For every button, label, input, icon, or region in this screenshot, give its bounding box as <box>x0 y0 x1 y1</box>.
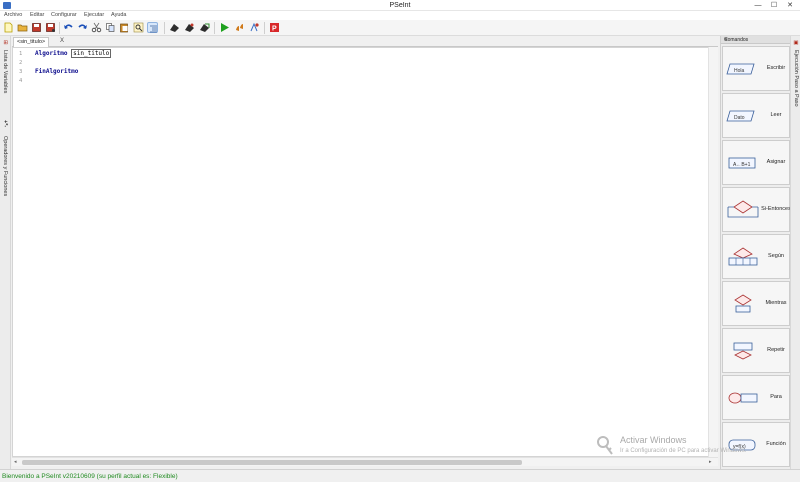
menu-bar: Archivo Editar Configurar Ejecutar Ayuda <box>0 11 800 20</box>
command-label: Repetir <box>767 347 785 353</box>
para-icon <box>728 392 758 404</box>
code-line-3[interactable]: FinAlgoritmo <box>35 68 78 75</box>
step-by-step-panel-tab[interactable]: Ejecución Paso a Paso <box>793 50 799 107</box>
svg-text:A←B+1: A←B+1 <box>733 162 751 168</box>
key-icon <box>597 436 613 455</box>
toolbar-separator <box>59 22 60 34</box>
command-segun[interactable]: Según <box>722 234 790 279</box>
tab-sin-titulo[interactable]: <sin_titulo> <box>13 37 50 47</box>
horizontal-scroll-thumb[interactable] <box>22 460 522 465</box>
left-dock: ⊞ Lista de Variables +*- Operadores y Fu… <box>0 36 11 469</box>
close-button[interactable]: ✕ <box>782 0 798 11</box>
command-label: Para <box>770 394 782 400</box>
menu-ayuda[interactable]: Ayuda <box>111 11 127 20</box>
step-panel-icon: ▣ <box>793 40 799 46</box>
export-icon[interactable] <box>199 22 210 33</box>
line-number: 4 <box>19 78 23 84</box>
menu-archivo[interactable]: Archivo <box>4 11 22 20</box>
line-number: 2 <box>19 60 23 66</box>
command-label: Según <box>768 253 784 259</box>
step-by-step-icon[interactable] <box>234 22 245 33</box>
command-escribir[interactable]: Hola Escribir <box>722 46 790 91</box>
help-icon[interactable]: P <box>269 22 280 33</box>
leer-icon: Dato <box>726 110 755 122</box>
minimize-button[interactable]: — <box>750 0 766 11</box>
watermark-title: Activar Windows <box>620 435 687 445</box>
command-label: Asignar <box>766 159 786 165</box>
si-entonces-icon <box>727 200 759 218</box>
keyword-algoritmo: Algoritmo <box>35 50 68 57</box>
title-bar: PSeInt — ☐ ✕ <box>0 0 800 11</box>
save-as-icon[interactable] <box>45 22 56 33</box>
scroll-left-arrow[interactable]: ◂ <box>14 459 17 465</box>
segun-icon <box>728 247 758 266</box>
line-number: 3 <box>19 69 23 75</box>
commands-panel-close[interactable]: ✕ <box>724 36 789 44</box>
activation-watermark: Activar Windows Ir a Configuración de PC… <box>596 435 771 459</box>
commands-panel: Comandos ✕ Hola Escribir Dato Leer A←B+1… <box>720 36 791 469</box>
escribir-icon: Hola <box>726 63 755 75</box>
maximize-button[interactable]: ☐ <box>766 0 782 11</box>
run-icon[interactable] <box>219 22 230 33</box>
tab-close-button[interactable]: X <box>60 37 64 46</box>
command-asignar[interactable]: A←B+1 Asignar <box>722 140 790 185</box>
redo-icon[interactable] <box>77 22 88 33</box>
open-file-icon[interactable] <box>17 22 28 33</box>
flowchart-edit-icon[interactable] <box>184 22 195 33</box>
flowchart-icon[interactable] <box>169 22 180 33</box>
tab-label: <sin_titulo> <box>17 39 46 45</box>
menu-editar[interactable]: Editar <box>30 11 44 20</box>
mientras-icon <box>734 294 752 313</box>
save-icon[interactable] <box>31 22 42 33</box>
toolbar-separator <box>214 22 215 34</box>
status-message: Bienvenido a PSeInt v20210609 (su perfil… <box>2 473 178 480</box>
repetir-icon <box>733 342 753 360</box>
editor-tab-bar: <sin_titulo> X <box>12 36 718 47</box>
cut-icon[interactable] <box>91 22 102 33</box>
command-mientras[interactable]: Mientras <box>722 281 790 326</box>
ops-panel-tab[interactable]: Operadores y Funciones <box>2 136 8 196</box>
svg-text:Dato: Dato <box>734 115 745 121</box>
watermark-subtitle: Ir a Configuración de PC para activar Wi… <box>620 448 747 454</box>
paste-icon[interactable] <box>119 22 130 33</box>
vars-panel-tab[interactable]: Lista de Variables <box>2 50 8 93</box>
debug-icon[interactable] <box>249 22 260 33</box>
svg-text:P: P <box>272 26 277 33</box>
right-dock: ▣ Ejecución Paso a Paso <box>790 36 800 469</box>
toolbar: P <box>0 20 800 36</box>
svg-text:Hola: Hola <box>734 68 745 74</box>
code-editor[interactable]: 1 2 3 4 Algoritmo sin_titulo FinAlgoritm… <box>12 47 718 457</box>
status-bar: Bienvenido a PSeInt v20210609 (su perfil… <box>0 469 800 482</box>
vars-badge: ⊞ <box>2 40 8 45</box>
code-line-1[interactable]: Algoritmo sin_titulo <box>35 49 112 58</box>
copy-icon[interactable] <box>105 22 116 33</box>
command-leer[interactable]: Dato Leer <box>722 93 790 138</box>
scroll-right-arrow[interactable]: ▸ <box>709 459 712 465</box>
algorithm-name[interactable]: sin_titulo <box>71 49 112 58</box>
asignar-icon: A←B+1 <box>728 157 756 169</box>
indent-icon[interactable] <box>147 22 158 33</box>
command-label: Leer <box>770 112 782 118</box>
search-icon[interactable] <box>133 22 144 33</box>
window-title: PSeInt <box>389 2 411 9</box>
keyword-finalgoritmo: FinAlgoritmo <box>35 68 79 75</box>
menu-ejecutar[interactable]: Ejecutar <box>84 11 104 20</box>
undo-icon[interactable] <box>63 22 74 33</box>
new-file-icon[interactable] <box>3 22 14 33</box>
command-label: Escribir <box>766 65 786 71</box>
command-para[interactable]: Para <box>722 375 790 420</box>
command-label: Mientras <box>765 300 787 306</box>
ops-badge: +*- <box>2 120 8 128</box>
command-repetir[interactable]: Repetir <box>722 328 790 373</box>
toolbar-separator <box>264 22 265 34</box>
commands-panel-header: Comandos ✕ <box>721 36 791 44</box>
command-label: Si-Entonces <box>761 206 791 212</box>
vertical-scrollbar[interactable] <box>708 47 718 457</box>
command-si-entonces[interactable]: Si-Entonces <box>722 187 791 232</box>
pseint-window: PSeInt — ☐ ✕ Archivo Editar Configurar E… <box>0 0 800 482</box>
menu-configurar[interactable]: Configurar <box>51 11 77 20</box>
line-number: 1 <box>19 51 23 57</box>
toolbar-separator <box>164 22 165 34</box>
line-gutter: 1 2 3 4 <box>13 48 31 456</box>
